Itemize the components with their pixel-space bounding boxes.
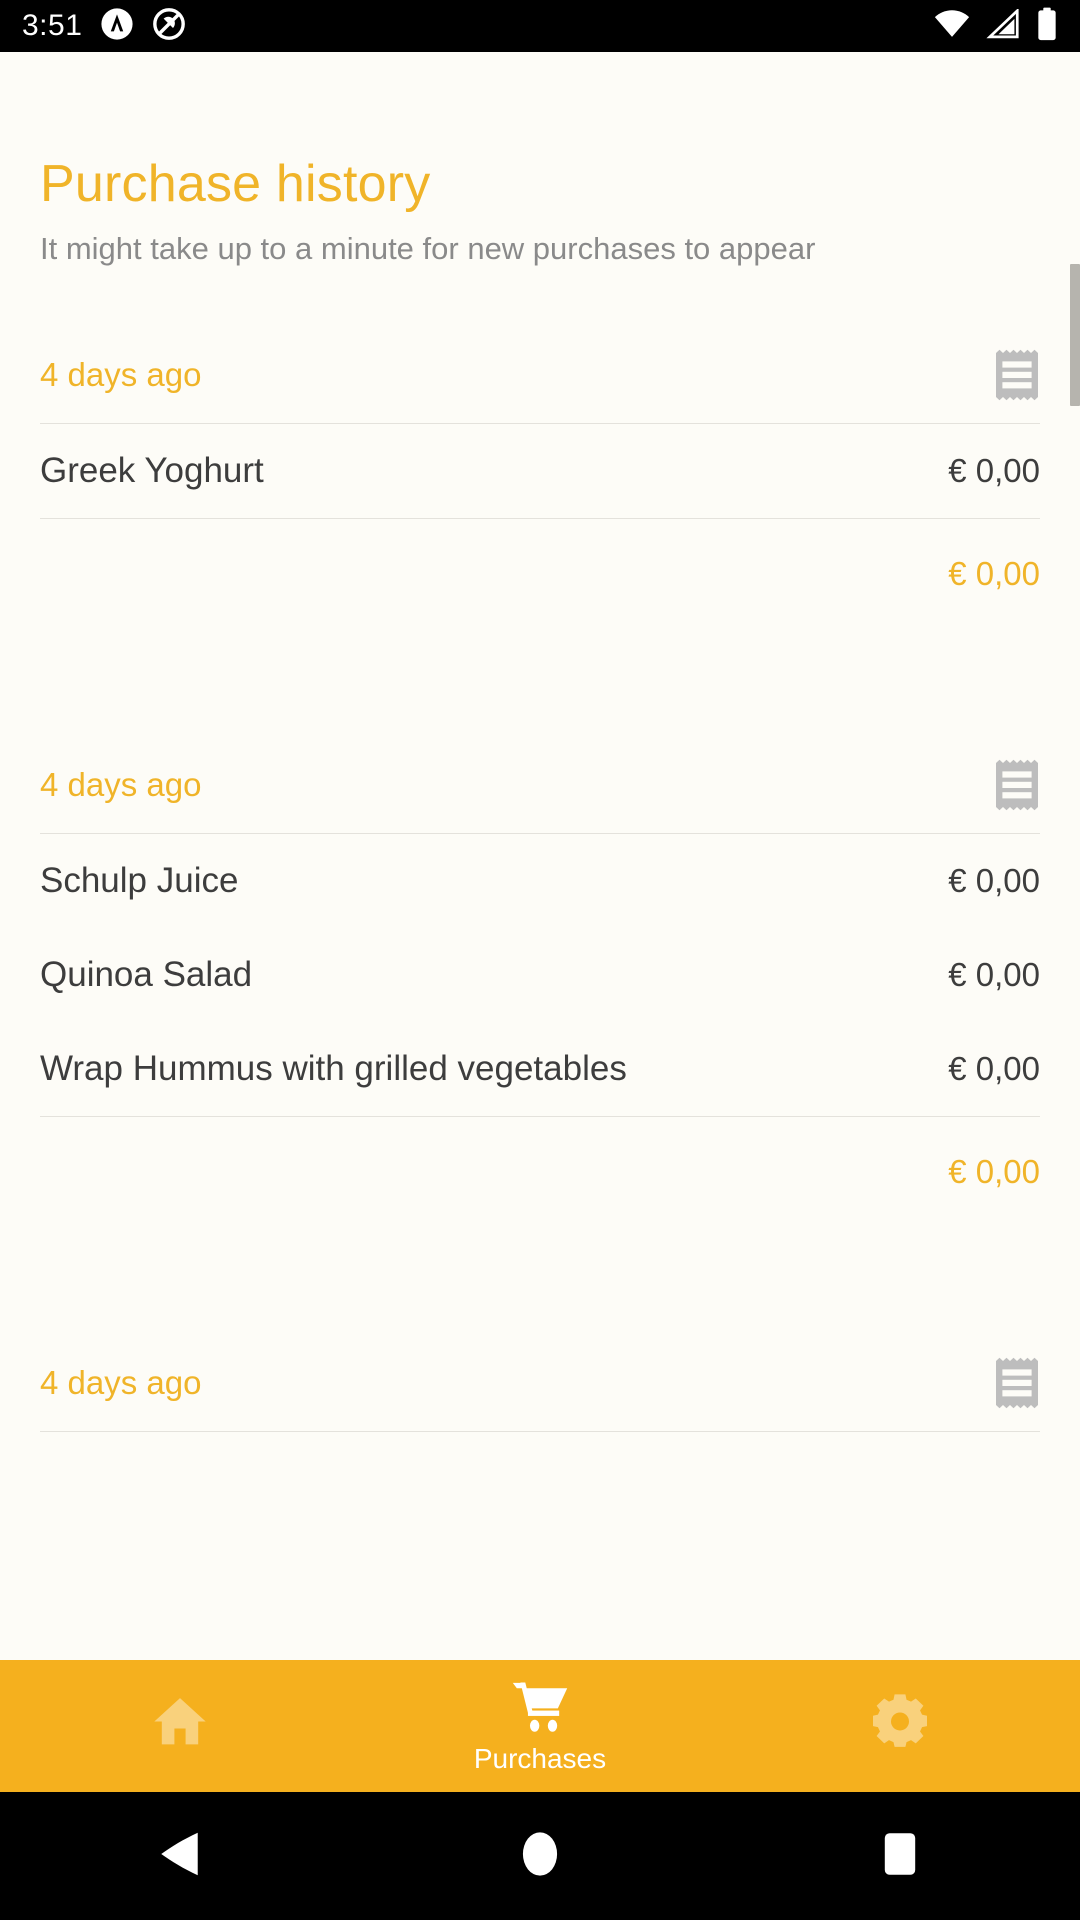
receipt-icon: [994, 1357, 1040, 1409]
receipt-icon: [994, 349, 1040, 401]
purchase-item-row: Greek Yoghurt € 0,00: [40, 424, 1040, 518]
purchase-item-price: € 0,00: [948, 451, 1040, 489]
purchase-item-name: Schulp Juice: [40, 860, 239, 900]
divider: [40, 1430, 1040, 1432]
nav-home-button[interactable]: [450, 1792, 630, 1920]
page-title: Purchase history: [40, 155, 431, 213]
purchase-group-header: 4 days ago: [40, 1335, 1040, 1431]
purchase-item-price: € 0,00: [948, 861, 1040, 899]
assistant-icon: [100, 7, 134, 46]
android-navigation-bar: [0, 1792, 1080, 1920]
purchase-history-scroll-area[interactable]: Purchase history It might take up to a m…: [0, 52, 1080, 1664]
cellular-signal-icon: [986, 7, 1020, 44]
purchase-group-date: 4 days ago: [40, 355, 202, 393]
status-bar: 3:51: [0, 0, 1080, 52]
purchase-group-total-row: € 0,00: [40, 1117, 1040, 1227]
scrollbar-thumb[interactable]: [1070, 264, 1080, 406]
purchase-group-header: 4 days ago: [40, 327, 1040, 423]
tab-home[interactable]: [0, 1660, 360, 1792]
purchase-item-price: € 0,00: [948, 955, 1040, 993]
purchase-item-row: Wrap Hummus with grilled vegetables € 0,…: [40, 1022, 1040, 1116]
battery-icon: [1036, 7, 1058, 46]
page-subtitle: It might take up to a minute for new pur…: [40, 230, 816, 266]
purchase-group-header: 4 days ago: [40, 737, 1040, 833]
purchase-group-date: 4 days ago: [40, 1363, 202, 1401]
tab-purchases-label: Purchases: [473, 1742, 607, 1774]
bottom-tab-bar: Purchases: [0, 1660, 1080, 1792]
purchase-item-name: Greek Yoghurt: [40, 450, 264, 490]
purchase-group[interactable]: 4 days ago Schulp Juice € 0,00 Quinoa Sa…: [0, 737, 1080, 1227]
purchase-item-row: Schulp Juice € 0,00: [40, 834, 1040, 928]
purchase-group-total: € 0,00: [948, 554, 1040, 592]
back-triangle-icon: [157, 1829, 203, 1884]
home-circle-icon: [519, 1829, 561, 1884]
scrollbar-track[interactable]: [1070, 52, 1080, 1664]
phone-screen: 3:51 Purchase history It might take up t…: [0, 0, 1080, 1920]
wifi-icon: [934, 9, 970, 44]
purchase-groups-list: 4 days ago Greek Yoghurt € 0,00 € 0,00 4…: [0, 327, 1080, 1432]
tab-purchases[interactable]: Purchases: [360, 1660, 720, 1792]
do-not-disturb-icon: [152, 7, 186, 46]
nav-recents-button[interactable]: [810, 1792, 990, 1920]
tab-settings[interactable]: [720, 1660, 1080, 1792]
purchase-item-name: Wrap Hummus with grilled vegetables: [40, 1048, 627, 1088]
purchase-item-row: Quinoa Salad € 0,00: [40, 928, 1040, 1022]
purchase-group[interactable]: 4 days ago Greek Yoghurt € 0,00 € 0,00: [0, 327, 1080, 629]
receipt-icon: [994, 759, 1040, 811]
shopping-cart-icon: [511, 1680, 569, 1739]
purchase-item-name: Quinoa Salad: [40, 954, 253, 994]
status-bar-right: [934, 7, 1058, 46]
home-icon: [152, 1695, 208, 1752]
purchase-item-price: € 0,00: [948, 1049, 1040, 1087]
purchase-group-total-row: € 0,00: [40, 519, 1040, 629]
recents-square-icon: [880, 1830, 920, 1883]
purchase-group-total: € 0,00: [948, 1152, 1040, 1190]
purchase-group-date: 4 days ago: [40, 765, 202, 803]
nav-back-button[interactable]: [90, 1792, 270, 1920]
page-header: Purchase history It might take up to a m…: [0, 52, 1080, 267]
purchase-group[interactable]: 4 days ago: [0, 1335, 1080, 1432]
status-bar-clock: 3:51: [22, 9, 83, 42]
gear-icon: [873, 1693, 927, 1753]
status-bar-left: 3:51: [22, 7, 186, 46]
